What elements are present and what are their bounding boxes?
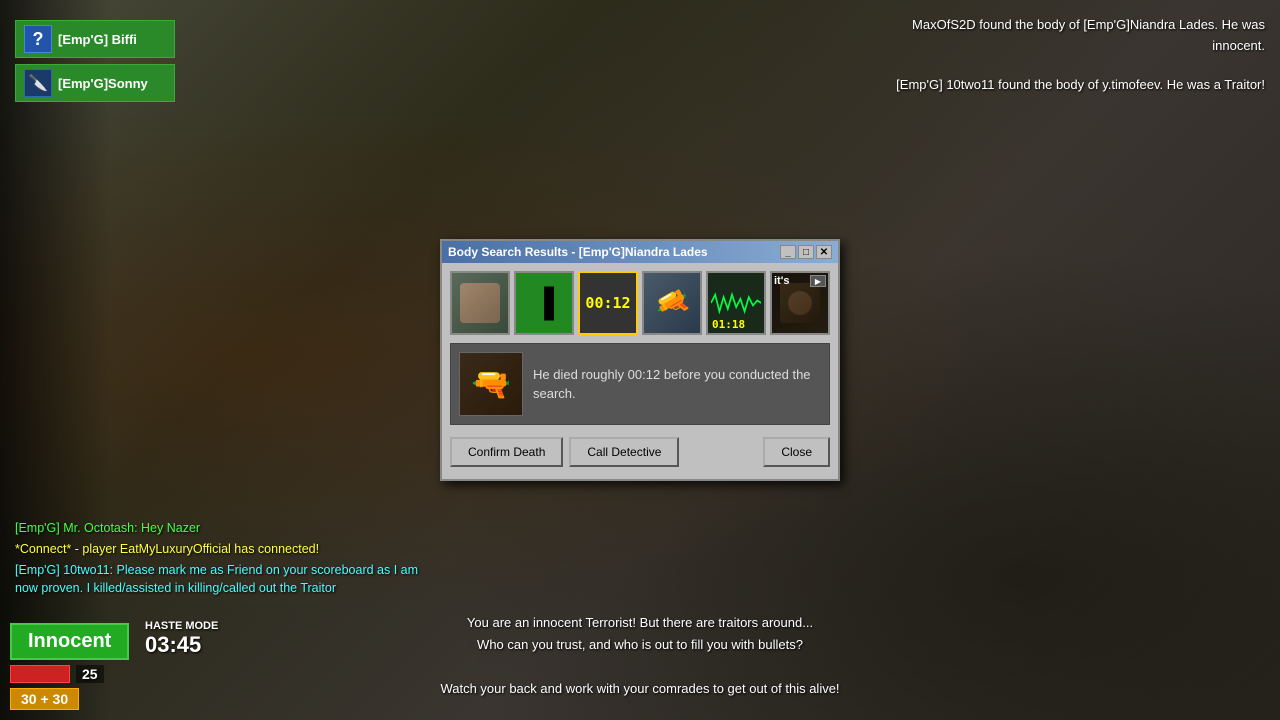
time-display: 00:12 — [580, 273, 636, 333]
weapon-display: 🔫 — [644, 273, 700, 333]
minimize-button[interactable]: _ — [780, 245, 796, 259]
it-label: it's — [774, 275, 789, 287]
thumb-icon: 🔫 — [471, 365, 511, 403]
info-text: He died roughly 00:12 before you conduct… — [533, 352, 821, 416]
time-value: 00:12 — [585, 294, 630, 312]
maximize-button[interactable]: □ — [798, 245, 814, 259]
evidence-suspect[interactable]: it's ▶ — [770, 271, 830, 335]
evidence-time[interactable]: 00:12 — [578, 271, 638, 335]
modal-title: Body Search Results - [Emp'G]Niandra Lad… — [448, 245, 708, 259]
wavy-display: 01:18 — [708, 273, 764, 333]
role-icon: ▐ — [534, 287, 554, 319]
avatar-face — [460, 283, 500, 323]
body-search-modal: Body Search Results - [Emp'G]Niandra Lad… — [440, 239, 840, 481]
weapon-icon: 🔫 — [649, 280, 696, 326]
wavy-time: 01:18 — [712, 318, 745, 331]
modal-overlay: Body Search Results - [Emp'G]Niandra Lad… — [0, 0, 1280, 720]
evidence-weapon[interactable]: 🔫 — [642, 271, 702, 335]
role-display: ▐ — [516, 273, 572, 333]
close-button[interactable]: Close — [763, 437, 830, 467]
modal-titlebar: Body Search Results - [Emp'G]Niandra Lad… — [442, 241, 838, 263]
play-button[interactable]: ▶ — [810, 275, 826, 287]
action-buttons: Confirm Death Call Detective Close — [450, 433, 830, 471]
close-x-button[interactable]: ✕ — [816, 245, 832, 259]
call-detective-button[interactable]: Call Detective — [569, 437, 679, 467]
modal-controls: _ □ ✕ — [780, 245, 832, 259]
evidence-avatar[interactable] — [450, 271, 510, 335]
weapon-thumbnail: 🔫 — [459, 352, 523, 416]
avatar-display — [452, 273, 508, 333]
info-panel: 🔫 He died roughly 00:12 before you condu… — [450, 343, 830, 425]
confirm-death-button[interactable]: Confirm Death — [450, 437, 563, 467]
evidence-role[interactable]: ▐ — [514, 271, 574, 335]
evidence-wavy[interactable]: 01:18 — [706, 271, 766, 335]
modal-body: ▐ 00:12 🔫 — [442, 263, 838, 479]
evidence-row: ▐ 00:12 🔫 — [450, 271, 830, 335]
